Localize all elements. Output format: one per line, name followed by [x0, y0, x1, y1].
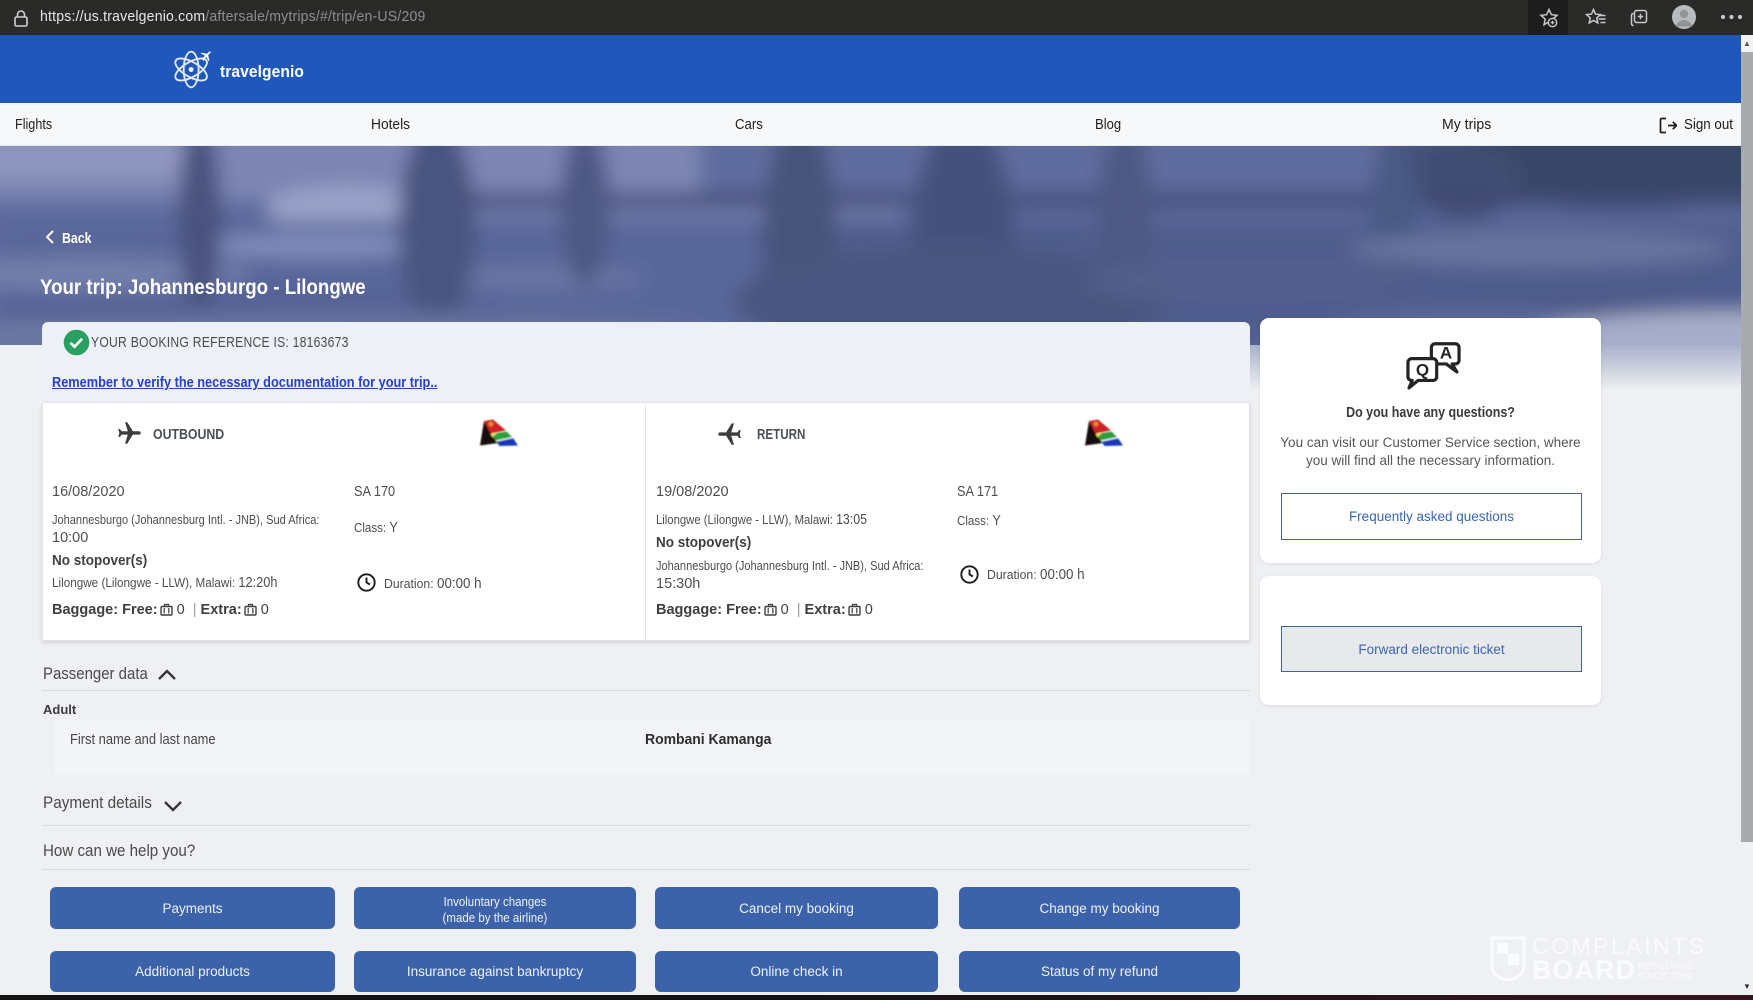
- svg-text:A: A: [1440, 344, 1452, 363]
- svg-text:Q: Q: [1416, 361, 1429, 380]
